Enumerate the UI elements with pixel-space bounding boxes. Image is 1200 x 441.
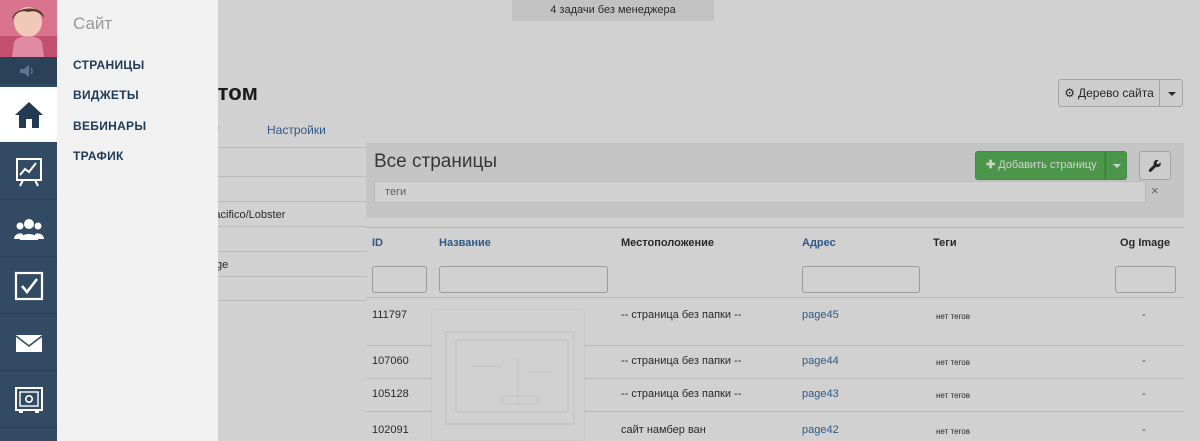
chart-icon [16, 158, 42, 187]
sidebar-item-home[interactable] [0, 87, 57, 143]
menu-item-pages[interactable]: СТРАНИЦЫ [73, 58, 145, 72]
menu-item-widgets[interactable]: ВИДЖЕТЫ [73, 88, 139, 102]
safe-icon [15, 387, 43, 413]
sidebar-item-tasks[interactable] [0, 258, 57, 314]
user-avatar[interactable] [0, 0, 57, 57]
sidebar-item-users[interactable] [0, 201, 57, 257]
mail-icon [15, 335, 43, 352]
site-flyout-menu: Сайт СТРАНИЦЫ ВИДЖЕТЫ ВЕБИНАРЫ ТРАФИК [57, 0, 218, 441]
main-sidebar [0, 0, 57, 441]
users-icon [14, 219, 44, 240]
menu-item-traffic[interactable]: ТРАФИК [73, 149, 124, 163]
tasks-icon [14, 271, 44, 301]
sidebar-item-mail[interactable] [0, 315, 57, 371]
sidebar-item-analytics[interactable] [0, 144, 57, 200]
home-icon [15, 102, 43, 128]
sound-toggle[interactable] [0, 57, 57, 84]
flyout-title: Сайт [73, 14, 113, 33]
menu-item-webinars[interactable]: ВЕБИНАРЫ [73, 119, 146, 133]
speaker-icon [20, 65, 33, 77]
sidebar-item-safe[interactable] [0, 372, 57, 428]
